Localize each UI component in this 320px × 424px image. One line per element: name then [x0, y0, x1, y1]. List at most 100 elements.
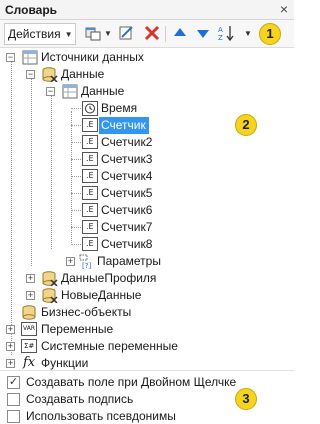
- tree-node-system-variables[interactable]: + Σ# Системные переменные: [0, 338, 294, 355]
- tree-connector: [71, 125, 81, 126]
- tree-node-label: Системные переменные: [41, 339, 178, 353]
- tree-node-label: Данные: [61, 67, 105, 81]
- new-item-icon[interactable]: [84, 24, 102, 42]
- toolbar: Действия ▼ ▼ A Z ▼ 1: [0, 20, 294, 48]
- field-icon: .E: [82, 135, 98, 149]
- delete-icon[interactable]: [143, 24, 161, 42]
- tree-node-label: Счетчик8: [101, 237, 153, 251]
- collapse-toggle[interactable]: −: [26, 70, 35, 79]
- tree-connector: [71, 159, 81, 160]
- tree-node-data-table[interactable]: − Данные: [0, 83, 294, 100]
- field-icon: .E: [82, 169, 98, 183]
- checkbox[interactable]: [7, 409, 20, 423]
- tree-node-profile-data[interactable]: + ДанныеПрофиля: [0, 270, 294, 287]
- option-label: Создавать поле при Двойном Щелчке: [26, 375, 237, 389]
- expand-toggle[interactable]: +: [6, 342, 15, 351]
- option-create-field-on-double-click[interactable]: ✓ Создавать поле при Двойном Щелчке: [7, 374, 236, 390]
- field-icon: .E: [82, 152, 98, 166]
- data-sources-icon: [22, 50, 38, 65]
- svg-text:[?]: [?]: [82, 262, 91, 269]
- panel-titlebar: Словарь ×: [0, 0, 294, 20]
- tree-node-label: ДанныеПрофиля: [61, 271, 157, 285]
- tree-node-data-sources[interactable]: − Источники данных: [0, 49, 294, 66]
- system-variable-icon: Σ#: [21, 339, 37, 353]
- option-label: Создавать подпись: [26, 392, 134, 406]
- tree-field-counter3[interactable]: .E Счетчик3: [0, 151, 294, 168]
- tree-connector: [71, 142, 81, 143]
- tree-field-counter5[interactable]: .E Счетчик5: [0, 185, 294, 202]
- expand-toggle[interactable]: +: [66, 257, 75, 266]
- expand-toggle[interactable]: +: [26, 274, 35, 283]
- svg-text:Z: Z: [218, 34, 223, 42]
- toolbar-separator: [165, 26, 166, 42]
- tree-connector: [71, 176, 81, 177]
- parameters-icon: [?]: [79, 254, 91, 269]
- tree-node-business-objects[interactable]: Бизнес-объекты: [0, 304, 294, 321]
- tree-field-counter7[interactable]: .E Счетчик7: [0, 219, 294, 236]
- expand-toggle[interactable]: +: [26, 291, 35, 300]
- tree-node-label: Данные: [81, 84, 125, 98]
- tree-node-label: Параметры: [97, 254, 161, 268]
- expand-toggle[interactable]: +: [6, 359, 15, 368]
- chevron-down-icon[interactable]: ▼: [244, 29, 252, 38]
- tree-node-label: Счетчик6: [101, 203, 153, 217]
- move-up-icon[interactable]: [171, 24, 189, 42]
- variable-icon: VAR: [21, 322, 37, 336]
- option-use-aliases[interactable]: Использовать псевдонимы: [7, 408, 176, 424]
- tree-field-counter6[interactable]: .E Счетчик6: [0, 202, 294, 219]
- sort-icon[interactable]: A Z: [217, 24, 235, 42]
- edit-icon[interactable]: [118, 24, 136, 42]
- tree-node-label: Функции: [41, 356, 89, 370]
- business-objects-icon: [22, 305, 36, 320]
- field-icon: .E: [82, 186, 98, 200]
- tree-node-label: Счетчик5: [101, 186, 153, 200]
- dictionary-tree: − Источники данных − Данные − Данные Вре…: [0, 49, 294, 370]
- options-panel: ✓ Создавать поле при Двойном Щелчке Созд…: [0, 370, 294, 424]
- tree-node-new-data[interactable]: + НовыеДанные: [0, 287, 294, 304]
- field-icon: .E: [82, 237, 98, 251]
- tree-connector: [71, 244, 81, 245]
- tree-node-data-group[interactable]: − Данные: [0, 66, 294, 83]
- tree-node-label: Счетчик2: [101, 135, 153, 149]
- tree-node-parameters[interactable]: + [?] Параметры: [0, 253, 294, 270]
- panel-title: Словарь: [5, 3, 58, 17]
- function-icon: fx: [23, 355, 36, 370]
- tree-connector: [71, 210, 81, 211]
- tree-node-label: НовыеДанные: [61, 288, 142, 302]
- database-icon: [42, 271, 58, 286]
- collapse-toggle[interactable]: −: [6, 53, 15, 62]
- field-icon: .E: [82, 203, 98, 217]
- tree-connector: [71, 193, 81, 194]
- tree-connector: [71, 227, 81, 228]
- field-icon: .E: [82, 118, 98, 132]
- table-icon: [62, 84, 78, 99]
- checkbox-checked[interactable]: ✓: [7, 375, 20, 389]
- tree-node-label: Время: [101, 101, 138, 115]
- tree-node-label: Счетчик: [101, 118, 146, 132]
- checkbox[interactable]: [7, 392, 20, 406]
- expand-toggle[interactable]: +: [6, 325, 15, 334]
- tree-field-counter2[interactable]: .E Счетчик2: [0, 134, 294, 151]
- tree-node-label: Счетчик4: [101, 169, 153, 183]
- tree-node-label: Бизнес-объекты: [41, 305, 132, 319]
- database-icon: [42, 288, 58, 303]
- tree-field-counter4[interactable]: .E Счетчик4: [0, 168, 294, 185]
- tree-field-counter8[interactable]: .E Счетчик8: [0, 236, 294, 253]
- move-down-icon[interactable]: [194, 24, 212, 42]
- field-icon: .E: [82, 220, 98, 234]
- option-create-caption[interactable]: Создавать подпись: [7, 391, 133, 407]
- chevron-down-icon[interactable]: ▼: [104, 29, 112, 38]
- database-icon: [42, 67, 58, 82]
- clock-icon: [82, 101, 98, 116]
- tree-node-variables[interactable]: + VAR Переменные: [0, 321, 294, 338]
- close-icon[interactable]: ×: [280, 1, 288, 17]
- actions-dropdown[interactable]: Действия ▼: [4, 23, 76, 45]
- svg-text:A: A: [218, 26, 223, 34]
- tree-node-label: Счетчик3: [101, 152, 153, 166]
- collapse-toggle[interactable]: −: [46, 87, 55, 96]
- actions-label: Действия: [8, 27, 61, 41]
- callout-badge-1: 1: [259, 23, 281, 45]
- callout-badge-2: 2: [235, 114, 257, 136]
- tree-node-label: Источники данных: [41, 50, 144, 64]
- option-label: Использовать псевдонимы: [26, 409, 176, 423]
